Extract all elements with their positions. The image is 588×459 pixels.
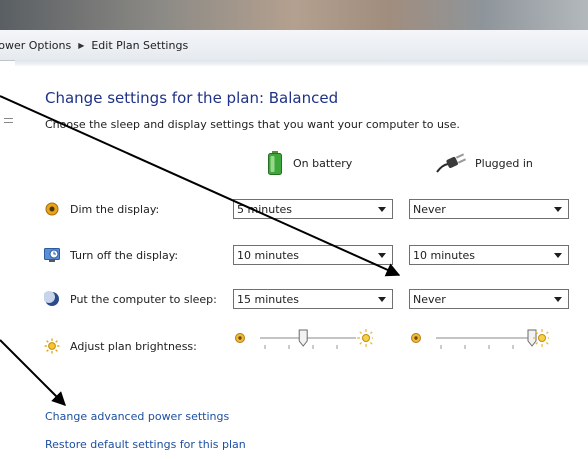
- annotation-arrow-to-dropdown: [0, 95, 401, 277]
- annotation-arrows: [0, 95, 401, 406]
- annotation-arrow-to-advanced-link: [0, 339, 66, 406]
